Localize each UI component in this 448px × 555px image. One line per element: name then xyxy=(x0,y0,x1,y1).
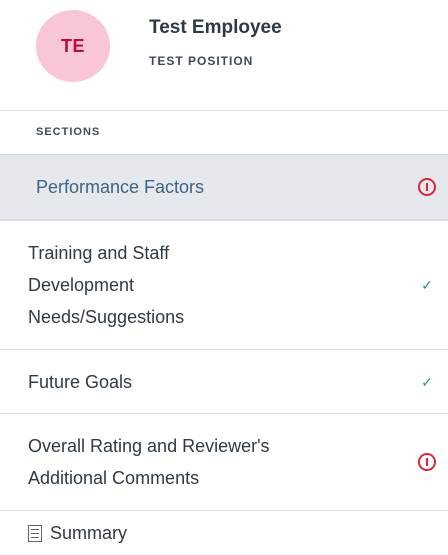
summary-label: Summary xyxy=(50,523,128,543)
section-item-label: Overall Rating and Reviewer's Additional… xyxy=(28,436,270,488)
section-item-performance-factors[interactable]: Performance Factors xyxy=(0,154,448,220)
warning-icon xyxy=(418,178,436,196)
checkmark-icon: ✓ xyxy=(421,373,433,390)
section-item-label: Future Goals xyxy=(28,371,133,392)
checkmark-icon: ✓ xyxy=(421,277,433,293)
section-item-overall-rating[interactable]: Overall Rating and Reviewer's Additional… xyxy=(0,413,448,510)
section-item-label: Performance Factors xyxy=(36,177,205,197)
section-item-label: Training and Staff Development Needs/Sug… xyxy=(28,243,185,327)
employee-header: TE Test Employee TEST POSITION xyxy=(0,0,448,110)
section-item-future-goals[interactable]: Future Goals ✓ xyxy=(0,349,448,413)
section-item-label-wrap: Summary xyxy=(0,517,127,549)
employee-name: Test Employee xyxy=(149,17,282,38)
warning-icon xyxy=(418,453,436,471)
section-item-training[interactable]: Training and Staff Development Needs/Sug… xyxy=(0,220,448,349)
avatar: TE xyxy=(36,10,110,82)
employee-position: TEST POSITION xyxy=(149,54,254,68)
section-item-summary[interactable]: Summary xyxy=(0,510,448,555)
document-icon xyxy=(28,524,42,542)
sections-heading: SECTIONS xyxy=(0,110,448,154)
